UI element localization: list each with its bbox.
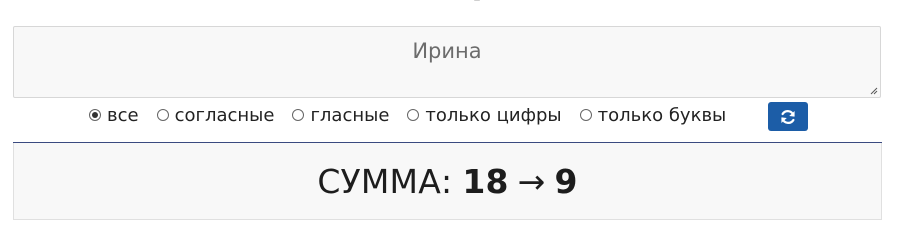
radio-icon[interactable] xyxy=(407,109,420,121)
name-input-container: Ирина xyxy=(13,26,881,98)
numerology-calculator: Ирина все согласные гласные только цифры… xyxy=(0,0,903,231)
filter-option-label: согласные xyxy=(174,104,275,126)
refresh-icon xyxy=(781,109,795,124)
radio-icon[interactable] xyxy=(89,109,101,121)
sum-value: 18 xyxy=(462,161,509,201)
filter-options: все согласные гласные только цифры тольк… xyxy=(89,103,744,127)
reduced-value: 9 xyxy=(554,161,578,201)
name-input[interactable]: Ирина xyxy=(14,27,880,97)
sum-label: СУММА: xyxy=(317,161,453,201)
resize-handle-icon[interactable] xyxy=(868,85,878,95)
filter-option-vowels[interactable]: гласные xyxy=(292,105,389,126)
filter-option-all[interactable]: все xyxy=(89,105,139,126)
result-panel: СУММА: 18 → 9 xyxy=(13,143,882,220)
top-divider-fragment xyxy=(474,0,480,1)
filter-option-label: все xyxy=(107,104,139,126)
radio-icon[interactable] xyxy=(292,109,305,121)
filter-option-consonants[interactable]: согласные xyxy=(156,104,275,126)
filter-option-label: гласные xyxy=(310,104,390,126)
filter-option-digits[interactable]: только цифры xyxy=(407,104,562,126)
radio-icon[interactable] xyxy=(156,109,169,121)
filter-option-letters[interactable]: только буквы xyxy=(579,104,727,126)
radio-icon[interactable] xyxy=(579,109,592,121)
arrow-icon: → xyxy=(517,161,546,201)
filter-option-label: только буквы xyxy=(597,104,727,126)
filter-option-label: только цифры xyxy=(425,104,562,126)
refresh-button[interactable] xyxy=(768,102,808,131)
